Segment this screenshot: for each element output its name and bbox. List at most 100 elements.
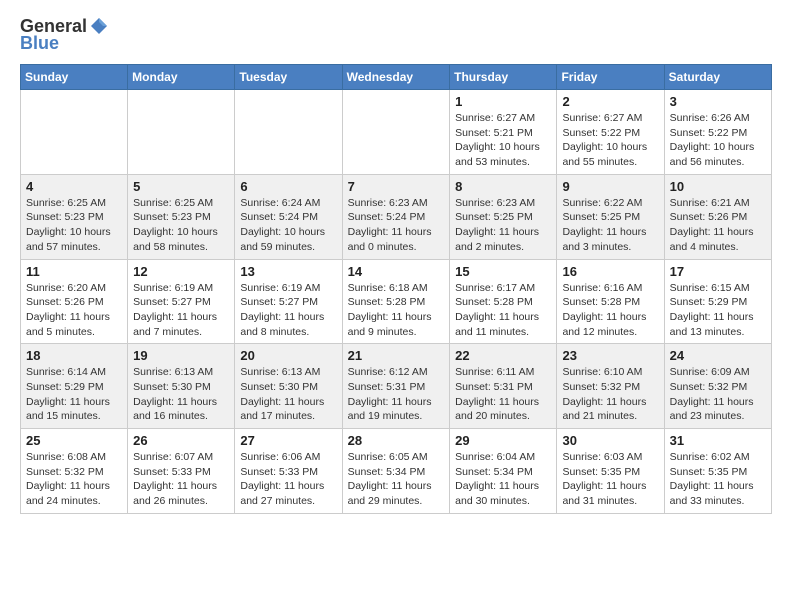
calendar-cell: 22 Sunrise: 6:11 AM Sunset: 5:31 PM Dayli… [450, 344, 557, 429]
day-number: 13 [240, 264, 336, 279]
day-info: Sunrise: 6:17 AM Sunset: 5:28 PM Dayligh… [455, 281, 551, 340]
day-number: 4 [26, 179, 122, 194]
calendar-cell: 10 Sunrise: 6:21 AM Sunset: 5:26 PM Dayli… [664, 174, 771, 259]
day-number: 15 [455, 264, 551, 279]
day-number: 3 [670, 94, 766, 109]
day-number: 24 [670, 348, 766, 363]
day-info: Sunrise: 6:25 AM Sunset: 5:23 PM Dayligh… [133, 196, 229, 255]
day-number: 30 [562, 433, 658, 448]
weekday-saturday: Saturday [664, 65, 771, 90]
logo: General Blue [20, 16, 109, 54]
day-info: Sunrise: 6:12 AM Sunset: 5:31 PM Dayligh… [348, 365, 445, 424]
logo-icon [89, 16, 109, 36]
calendar-cell: 11 Sunrise: 6:20 AM Sunset: 5:26 PM Dayli… [21, 259, 128, 344]
calendar-cell: 14 Sunrise: 6:18 AM Sunset: 5:28 PM Dayli… [342, 259, 450, 344]
day-info: Sunrise: 6:06 AM Sunset: 5:33 PM Dayligh… [240, 450, 336, 509]
calendar-cell: 16 Sunrise: 6:16 AM Sunset: 5:28 PM Dayli… [557, 259, 664, 344]
day-info: Sunrise: 6:27 AM Sunset: 5:21 PM Dayligh… [455, 111, 551, 170]
calendar-cell: 13 Sunrise: 6:19 AM Sunset: 5:27 PM Dayli… [235, 259, 342, 344]
day-number: 2 [562, 94, 658, 109]
day-info: Sunrise: 6:18 AM Sunset: 5:28 PM Dayligh… [348, 281, 445, 340]
day-number: 9 [562, 179, 658, 194]
day-info: Sunrise: 6:13 AM Sunset: 5:30 PM Dayligh… [133, 365, 229, 424]
calendar-cell: 4 Sunrise: 6:25 AM Sunset: 5:23 PM Daylig… [21, 174, 128, 259]
weekday-header-row: SundayMondayTuesdayWednesdayThursdayFrid… [21, 65, 772, 90]
calendar-cell: 2 Sunrise: 6:27 AM Sunset: 5:22 PM Daylig… [557, 90, 664, 175]
weekday-wednesday: Wednesday [342, 65, 450, 90]
day-info: Sunrise: 6:19 AM Sunset: 5:27 PM Dayligh… [240, 281, 336, 340]
calendar-cell: 6 Sunrise: 6:24 AM Sunset: 5:24 PM Daylig… [235, 174, 342, 259]
day-info: Sunrise: 6:20 AM Sunset: 5:26 PM Dayligh… [26, 281, 122, 340]
calendar-cell: 5 Sunrise: 6:25 AM Sunset: 5:23 PM Daylig… [128, 174, 235, 259]
day-info: Sunrise: 6:19 AM Sunset: 5:27 PM Dayligh… [133, 281, 229, 340]
calendar-body: 1 Sunrise: 6:27 AM Sunset: 5:21 PM Daylig… [21, 90, 772, 514]
calendar-cell: 1 Sunrise: 6:27 AM Sunset: 5:21 PM Daylig… [450, 90, 557, 175]
day-number: 12 [133, 264, 229, 279]
calendar-cell: 17 Sunrise: 6:15 AM Sunset: 5:29 PM Dayli… [664, 259, 771, 344]
day-number: 22 [455, 348, 551, 363]
day-info: Sunrise: 6:10 AM Sunset: 5:32 PM Dayligh… [562, 365, 658, 424]
calendar-cell: 19 Sunrise: 6:13 AM Sunset: 5:30 PM Dayli… [128, 344, 235, 429]
weekday-monday: Monday [128, 65, 235, 90]
weekday-friday: Friday [557, 65, 664, 90]
day-info: Sunrise: 6:23 AM Sunset: 5:24 PM Dayligh… [348, 196, 445, 255]
day-number: 5 [133, 179, 229, 194]
day-number: 1 [455, 94, 551, 109]
calendar-week-4: 25 Sunrise: 6:08 AM Sunset: 5:32 PM Dayli… [21, 429, 772, 514]
day-number: 14 [348, 264, 445, 279]
day-number: 29 [455, 433, 551, 448]
day-info: Sunrise: 6:11 AM Sunset: 5:31 PM Dayligh… [455, 365, 551, 424]
day-number: 11 [26, 264, 122, 279]
day-number: 31 [670, 433, 766, 448]
day-number: 6 [240, 179, 336, 194]
weekday-sunday: Sunday [21, 65, 128, 90]
weekday-tuesday: Tuesday [235, 65, 342, 90]
day-info: Sunrise: 6:08 AM Sunset: 5:32 PM Dayligh… [26, 450, 122, 509]
calendar-cell: 26 Sunrise: 6:07 AM Sunset: 5:33 PM Dayli… [128, 429, 235, 514]
day-info: Sunrise: 6:27 AM Sunset: 5:22 PM Dayligh… [562, 111, 658, 170]
calendar-cell: 27 Sunrise: 6:06 AM Sunset: 5:33 PM Dayli… [235, 429, 342, 514]
day-number: 28 [348, 433, 445, 448]
calendar-cell: 12 Sunrise: 6:19 AM Sunset: 5:27 PM Dayli… [128, 259, 235, 344]
logo-blue: Blue [20, 33, 59, 54]
day-number: 23 [562, 348, 658, 363]
calendar-week-3: 18Sunrise: 6:14 AM Sunset: 5:29 PM Dayli… [21, 344, 772, 429]
day-info: Sunrise: 6:25 AM Sunset: 5:23 PM Dayligh… [26, 196, 122, 255]
calendar-cell [128, 90, 235, 175]
day-info: Sunrise: 6:13 AM Sunset: 5:30 PM Dayligh… [240, 365, 336, 424]
weekday-thursday: Thursday [450, 65, 557, 90]
day-info: Sunrise: 6:16 AM Sunset: 5:28 PM Dayligh… [562, 281, 658, 340]
day-number: 19 [133, 348, 229, 363]
calendar-cell: 30Sunrise: 6:03 AM Sunset: 5:35 PM Dayli… [557, 429, 664, 514]
calendar-week-0: 1 Sunrise: 6:27 AM Sunset: 5:21 PM Daylig… [21, 90, 772, 175]
calendar-cell: 28Sunrise: 6:05 AM Sunset: 5:34 PM Dayli… [342, 429, 450, 514]
calendar-header: SundayMondayTuesdayWednesdayThursdayFrid… [21, 65, 772, 90]
calendar-cell [235, 90, 342, 175]
calendar-week-2: 11 Sunrise: 6:20 AM Sunset: 5:26 PM Dayli… [21, 259, 772, 344]
day-number: 18 [26, 348, 122, 363]
day-number: 25 [26, 433, 122, 448]
day-info: Sunrise: 6:21 AM Sunset: 5:26 PM Dayligh… [670, 196, 766, 255]
day-info: Sunrise: 6:07 AM Sunset: 5:33 PM Dayligh… [133, 450, 229, 509]
calendar-cell: 20 Sunrise: 6:13 AM Sunset: 5:30 PM Dayli… [235, 344, 342, 429]
calendar-cell: 7Sunrise: 6:23 AM Sunset: 5:24 PM Daylig… [342, 174, 450, 259]
calendar-cell: 31Sunrise: 6:02 AM Sunset: 5:35 PM Dayli… [664, 429, 771, 514]
calendar-cell: 3Sunrise: 6:26 AM Sunset: 5:22 PM Daylig… [664, 90, 771, 175]
day-info: Sunrise: 6:15 AM Sunset: 5:29 PM Dayligh… [670, 281, 766, 340]
day-info: Sunrise: 6:09 AM Sunset: 5:32 PM Dayligh… [670, 365, 766, 424]
calendar-cell [21, 90, 128, 175]
calendar-cell: 18Sunrise: 6:14 AM Sunset: 5:29 PM Dayli… [21, 344, 128, 429]
calendar-table: SundayMondayTuesdayWednesdayThursdayFrid… [20, 64, 772, 514]
calendar-week-1: 4 Sunrise: 6:25 AM Sunset: 5:23 PM Daylig… [21, 174, 772, 259]
day-number: 10 [670, 179, 766, 194]
day-number: 20 [240, 348, 336, 363]
calendar-cell: 24 Sunrise: 6:09 AM Sunset: 5:32 PM Dayli… [664, 344, 771, 429]
calendar-cell: 15 Sunrise: 6:17 AM Sunset: 5:28 PM Dayli… [450, 259, 557, 344]
day-number: 17 [670, 264, 766, 279]
day-number: 8 [455, 179, 551, 194]
day-number: 16 [562, 264, 658, 279]
day-info: Sunrise: 6:24 AM Sunset: 5:24 PM Dayligh… [240, 196, 336, 255]
day-number: 27 [240, 433, 336, 448]
page-header: General Blue [20, 16, 772, 54]
day-number: 26 [133, 433, 229, 448]
